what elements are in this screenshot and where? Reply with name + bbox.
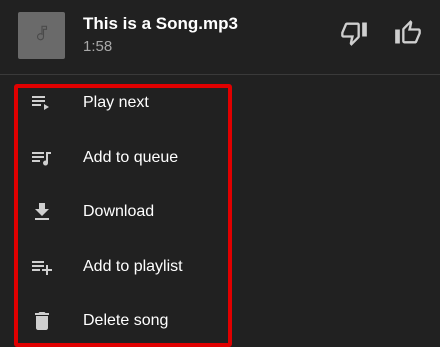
song-title: This is a Song.mp3 bbox=[83, 14, 238, 33]
add-to-queue-icon bbox=[29, 145, 55, 171]
menu-item-download[interactable]: Download bbox=[0, 185, 440, 240]
thumb-down-icon bbox=[340, 19, 368, 52]
like-button[interactable] bbox=[393, 19, 423, 52]
music-note-icon bbox=[33, 24, 51, 47]
menu-item-play-next[interactable]: Play next bbox=[0, 76, 440, 131]
menu-item-label: Add to queue bbox=[83, 148, 179, 166]
download-icon bbox=[29, 199, 55, 225]
menu-item-add-to-queue[interactable]: Add to queue bbox=[0, 131, 440, 186]
play-next-icon bbox=[29, 90, 55, 116]
thumb-up-icon bbox=[394, 19, 422, 52]
menu-item-label: Delete song bbox=[83, 312, 169, 330]
menu-item-delete-song[interactable]: Delete song bbox=[0, 294, 440, 347]
menu-item-label: Add to playlist bbox=[83, 257, 183, 275]
song-thumbnail bbox=[18, 12, 65, 59]
song-options-menu: Play next Add to queue Download Add to p… bbox=[0, 76, 440, 347]
menu-item-label: Play next bbox=[83, 94, 149, 112]
dislike-button[interactable] bbox=[339, 20, 369, 50]
song-options-sheet: This is a Song.mp3 1:58 Play next Add to… bbox=[0, 0, 440, 347]
song-duration: 1:58 bbox=[83, 38, 113, 55]
menu-item-label: Download bbox=[83, 203, 155, 221]
add-to-playlist-icon bbox=[29, 254, 55, 280]
menu-item-add-to-playlist[interactable]: Add to playlist bbox=[0, 240, 440, 295]
delete-icon bbox=[29, 308, 55, 334]
song-header: This is a Song.mp3 1:58 bbox=[0, 0, 440, 75]
